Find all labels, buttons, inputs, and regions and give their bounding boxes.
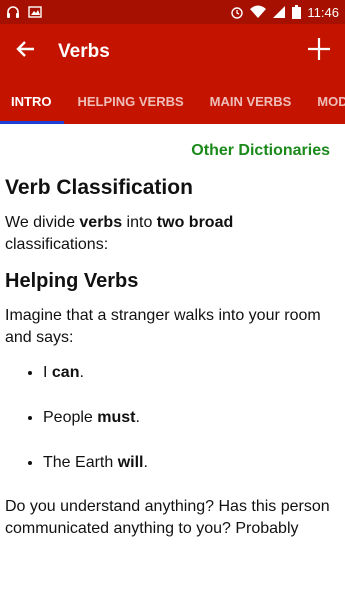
tab-main-verbs[interactable]: MAIN VERBS: [197, 79, 305, 124]
article-content: Other Dictionaries Verb Classification W…: [0, 124, 345, 613]
heading-verb-classification: Verb Classification: [5, 176, 193, 199]
other-dictionaries-link[interactable]: Other Dictionaries: [5, 142, 340, 160]
tab-modal-verbs[interactable]: MODA: [304, 79, 345, 124]
status-time: 11:46: [307, 4, 339, 20]
arrow-back-icon: [16, 39, 36, 64]
text: .: [79, 364, 84, 381]
text: We divide: [5, 214, 80, 231]
status-bar: 11:46: [0, 0, 345, 24]
text: classifications:: [5, 236, 109, 253]
bold-text: can: [51, 364, 80, 381]
back-button[interactable]: [0, 24, 52, 79]
tab-bar: INTRO HELPING VERBS MAIN VERBS MODA: [0, 79, 345, 124]
text: .: [135, 409, 140, 426]
stranger-paragraph: Imagine that a stranger walks into your …: [5, 307, 321, 346]
bold-text: verbs: [79, 214, 123, 231]
bold-text: must: [97, 409, 136, 426]
plus-icon: [307, 37, 331, 66]
intro-paragraph: We divide verbs into two broad classific…: [5, 212, 340, 256]
text: .: [143, 454, 148, 471]
app-bar: Verbs: [0, 24, 345, 79]
list-item: I can.: [43, 361, 340, 384]
tab-intro[interactable]: INTRO: [0, 79, 65, 124]
bold-text: will: [117, 454, 144, 471]
add-button[interactable]: [293, 24, 345, 79]
image-icon: [28, 5, 42, 19]
text: The Earth: [43, 454, 118, 471]
tab-helping-verbs[interactable]: HELPING VERBS: [64, 79, 196, 124]
list-item: The Earth will.: [43, 451, 340, 474]
text: People: [43, 409, 98, 426]
question-paragraph: Do you understand anything? Has this per…: [5, 498, 330, 537]
battery-icon: [292, 5, 302, 19]
text: into: [122, 214, 157, 231]
example-list: I can. People must. The Earth will.: [5, 361, 340, 474]
signal-icon: [272, 5, 286, 19]
page-title: Verbs: [58, 40, 110, 62]
alarm-icon: [230, 5, 244, 19]
headphones-icon: [6, 5, 20, 19]
wifi-icon: [250, 5, 267, 19]
bold-text: two broad: [156, 214, 234, 231]
heading-helping-verbs: Helping Verbs: [5, 270, 139, 292]
list-item: People must.: [43, 406, 340, 429]
text: I: [43, 364, 52, 381]
